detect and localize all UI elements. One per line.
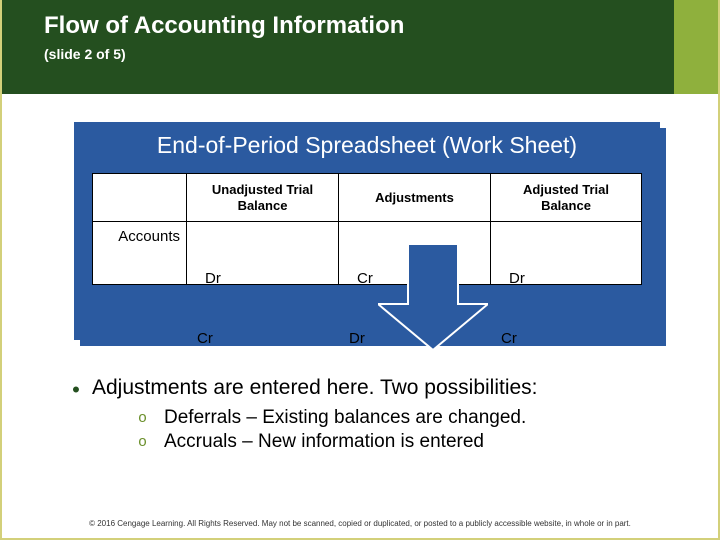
slide-subtitle: (slide 2 of 5) [44, 46, 674, 62]
slide-body: End-of-Period Spreadsheet (Work Sheet) U… [2, 94, 718, 508]
sub-bullet-text: Deferrals – Existing balances are change… [164, 407, 526, 429]
panel-front: End-of-Period Spreadsheet (Work Sheet) U… [74, 122, 660, 340]
bullet-dot-icon: • [60, 376, 92, 401]
col-header-unadjusted: Unadjusted Trial Balance [187, 174, 339, 221]
adj-dr: Dr [349, 329, 480, 349]
slide-title: Flow of Accounting Information [44, 12, 674, 40]
unadj-dr: Dr [197, 269, 328, 289]
cell-accounts: Accounts [93, 222, 187, 284]
sub-bullet-text: Accruals – New information is entered [164, 431, 484, 453]
copyright-footer: © 2016 Cengage Learning. All Rights Rese… [2, 519, 718, 528]
title-bar: Flow of Accounting Information (slide 2 … [2, 0, 718, 94]
sub-bullet-icon: o [138, 407, 164, 427]
worksheet-grid: Unadjusted Trial Balance Adjustments Adj… [92, 173, 642, 285]
accounts-label: Accounts [118, 228, 180, 247]
adjb-dr: Dr [501, 269, 631, 289]
sub-bullet-row: o Accruals – New information is entered [138, 431, 674, 453]
grid-header-row: Unadjusted Trial Balance Adjustments Adj… [93, 174, 641, 222]
grid-body-row: Accounts Dr Cr Cr Dr [93, 222, 641, 284]
sub-bullet-row: o Deferrals – Existing balances are chan… [138, 407, 674, 429]
adj-cr: Cr [349, 269, 480, 289]
worksheet-panel: End-of-Period Spreadsheet (Work Sheet) U… [74, 122, 660, 340]
slide: Flow of Accounting Information (slide 2 … [0, 0, 720, 540]
unadj-cr: Cr [197, 329, 328, 349]
worksheet-title: End-of-Period Spreadsheet (Work Sheet) [74, 122, 660, 173]
cell-unadjusted: Dr Cr [187, 222, 339, 284]
col-header-accounts [93, 174, 187, 221]
sub-bullet-icon: o [138, 431, 164, 451]
col-header-adjustments: Adjustments [339, 174, 491, 221]
col-header-adjusted: Adjusted Trial Balance [491, 174, 641, 221]
cell-adjustments: Cr Dr [339, 222, 491, 284]
adjb-cr: Cr [501, 329, 631, 349]
cell-adjusted: Dr Cr [491, 222, 641, 284]
